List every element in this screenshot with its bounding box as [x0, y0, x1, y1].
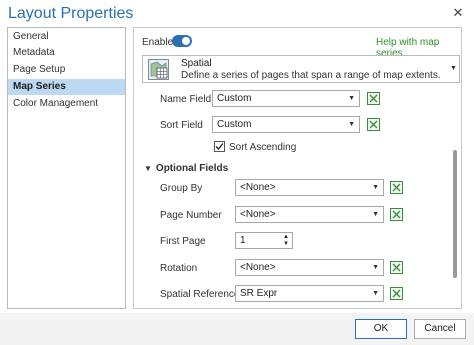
- rotation-label: Rotation: [160, 263, 198, 274]
- series-type-description: Define a series of pages that span a ran…: [181, 70, 441, 81]
- sort-field-value: Custom: [217, 119, 252, 130]
- scrollbar-thumb[interactable]: [453, 150, 457, 278]
- expression-icon: [392, 263, 401, 272]
- map-series-panel: Enable Help with map series Spatial Defi…: [133, 27, 462, 309]
- group-by-expression-button[interactable]: [390, 181, 403, 194]
- name-field-label: Name Field: [160, 94, 212, 105]
- series-type-name: Spatial: [181, 58, 212, 69]
- optional-fields-title: Optional Fields: [155, 163, 229, 174]
- spatial-reference-select[interactable]: SR Expr ▼: [235, 285, 384, 302]
- rotation-expression-button[interactable]: [390, 261, 403, 274]
- spin-down-icon[interactable]: ▼: [282, 241, 290, 248]
- chevron-down-icon: ▼: [372, 264, 379, 271]
- page-number-expression-button[interactable]: [390, 208, 403, 221]
- sort-ascending-label: Sort Ascending: [229, 142, 297, 153]
- spatial-reference-value: SR Expr: [240, 288, 278, 299]
- first-page-value: 1: [240, 235, 246, 246]
- title-bar: Layout Properties ✕: [0, 0, 474, 28]
- first-page-label: First Page: [160, 236, 206, 247]
- page-number-label: Page Number: [160, 210, 222, 221]
- window-title: Layout Properties: [8, 5, 134, 22]
- enable-label: Enable: [142, 37, 174, 48]
- chevron-down-icon: ▼: [144, 164, 152, 173]
- first-page-spinner[interactable]: 1 ▲ ▼: [235, 232, 293, 249]
- sidebar-item-general[interactable]: General: [8, 29, 125, 45]
- chevron-down-icon: ▼: [450, 65, 457, 72]
- series-type-dropdown[interactable]: Spatial Define a series of pages that sp…: [142, 55, 460, 83]
- sidebar-item-metadata[interactable]: Metadata: [8, 45, 125, 61]
- chevron-down-icon: ▼: [372, 290, 379, 297]
- dialog-footer: OK Cancel: [0, 313, 474, 345]
- sort-ascending-checkbox[interactable]: [214, 141, 225, 152]
- sidebar-item-color-management[interactable]: Color Management: [8, 96, 125, 112]
- sort-field-expression-button[interactable]: [367, 118, 380, 131]
- chevron-down-icon: ▼: [372, 211, 379, 218]
- toggle-knob: [182, 37, 190, 45]
- chevron-down-icon: ▼: [348, 121, 355, 128]
- sidebar-item-map-series[interactable]: Map Series: [8, 79, 125, 95]
- expression-icon: [392, 289, 401, 298]
- enable-toggle[interactable]: [172, 35, 192, 47]
- page-number-value: <None>: [240, 209, 276, 220]
- ok-button[interactable]: OK: [355, 319, 407, 339]
- sort-field-select[interactable]: Custom ▼: [212, 116, 360, 133]
- sidebar-item-page-setup[interactable]: Page Setup: [8, 62, 125, 78]
- sidebar-nav: General Metadata Page Setup Map Series C…: [7, 27, 126, 309]
- rotation-select[interactable]: <None> ▼: [235, 259, 384, 276]
- rotation-value: <None>: [240, 262, 276, 273]
- group-by-value: <None>: [240, 182, 276, 193]
- cancel-button[interactable]: Cancel: [414, 319, 466, 339]
- optional-fields-header[interactable]: ▼ Optional Fields: [144, 163, 228, 174]
- expression-icon: [392, 183, 401, 192]
- group-by-select[interactable]: <None> ▼: [235, 179, 384, 196]
- expression-icon: [369, 94, 378, 103]
- chevron-down-icon: ▼: [372, 184, 379, 191]
- page-number-select[interactable]: <None> ▼: [235, 206, 384, 223]
- expression-icon: [369, 120, 378, 129]
- close-icon[interactable]: ✕: [450, 5, 466, 21]
- expression-icon: [392, 210, 401, 219]
- sort-field-label: Sort Field: [160, 120, 203, 131]
- spin-up-icon[interactable]: ▲: [282, 234, 290, 241]
- group-by-label: Group By: [160, 183, 203, 194]
- spatial-grid-icon: [148, 59, 169, 80]
- spatial-reference-label: Spatial Reference: [160, 289, 240, 300]
- name-field-expression-button[interactable]: [367, 92, 380, 105]
- chevron-down-icon: ▼: [348, 95, 355, 102]
- name-field-select[interactable]: Custom ▼: [212, 90, 360, 107]
- panel-scrollbar[interactable]: [450, 90, 460, 308]
- name-field-value: Custom: [217, 93, 252, 104]
- checkmark-icon: [215, 143, 224, 150]
- spatial-reference-expression-button[interactable]: [390, 287, 403, 300]
